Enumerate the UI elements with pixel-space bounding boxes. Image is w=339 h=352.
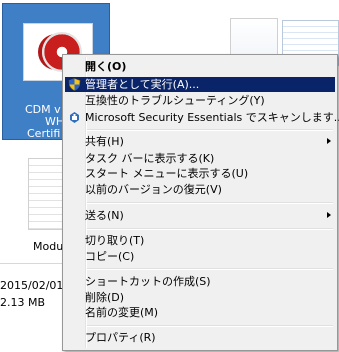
- menu-item-create-shortcut[interactable]: ショートカットの作成(S): [65, 274, 335, 289]
- menu-item-label: タスク バーに表示する(K): [85, 152, 215, 165]
- file-date: 2015/02/01: [0, 279, 64, 292]
- menu-separator: [87, 325, 333, 327]
- menu-separator: [87, 228, 333, 230]
- menu-item-rename[interactable]: 名前の変更(M): [65, 305, 335, 320]
- file-size: 2.13 MB: [0, 296, 46, 309]
- menu-item-properties[interactable]: プロパティ(R): [65, 330, 335, 345]
- menu-item-label: 以前のバージョンの復元(V): [85, 183, 222, 196]
- menu-item-label: 切り取り(T): [85, 234, 145, 247]
- menu-item-share[interactable]: 共有(H): [65, 134, 335, 149]
- menu-item-label: Microsoft Security Essentials でスキャンします..…: [85, 111, 339, 124]
- menu-item-open[interactable]: 開く(O): [65, 59, 335, 74]
- menu-item-copy[interactable]: コピー(C): [65, 249, 335, 264]
- menu-item-label: スタート メニューに表示する(U): [85, 167, 249, 180]
- menu-item-label: コピー(C): [85, 250, 135, 263]
- menu-item-pin-to-taskbar[interactable]: タスク バーに表示する(K): [65, 151, 335, 166]
- menu-item-label: プロパティ(R): [85, 331, 156, 344]
- menu-item-restore-previous-versions[interactable]: 以前のバージョンの復元(V): [65, 182, 335, 197]
- menu-item-troubleshoot-compatibility[interactable]: 互換性のトラブルシューティング(Y): [65, 93, 335, 108]
- menu-item-label: 共有(H): [85, 135, 124, 148]
- menu-item-label: 名前の変更(M): [85, 306, 159, 319]
- menu-item-label: 開く(O): [85, 60, 127, 73]
- uac-shield-icon: [68, 78, 81, 91]
- menu-item-mse-scan[interactable]: Microsoft Security Essentials でスキャンします..…: [65, 110, 339, 125]
- menu-separator: [87, 129, 333, 131]
- menu-item-delete[interactable]: 削除(D): [65, 290, 335, 305]
- context-menu: 開く(O) 管理者として実行(A)... 互換性のトラブルシューティング(Y) …: [62, 54, 339, 351]
- divider: [0, 263, 62, 264]
- menu-item-pin-to-start-menu[interactable]: スタート メニューに表示する(U): [65, 166, 335, 181]
- menu-item-label: 送る(N): [85, 209, 124, 222]
- menu-item-cut[interactable]: 切り取り(T): [65, 233, 335, 248]
- menu-item-label: ショートカットの作成(S): [85, 275, 211, 288]
- menu-item-label: 管理者として実行(A)...: [85, 78, 200, 91]
- menu-item-run-as-admin[interactable]: 管理者として実行(A)...: [65, 77, 335, 92]
- submenu-arrow-icon: [327, 138, 331, 144]
- menu-item-label: 削除(D): [85, 291, 125, 304]
- submenu-arrow-icon: [327, 212, 331, 218]
- menu-item-send-to[interactable]: 送る(N): [65, 208, 335, 223]
- menu-separator: [87, 268, 333, 270]
- menu-separator: [87, 202, 333, 204]
- security-essentials-icon: [70, 112, 79, 123]
- menu-item-label: 互換性のトラブルシューティング(Y): [85, 94, 265, 107]
